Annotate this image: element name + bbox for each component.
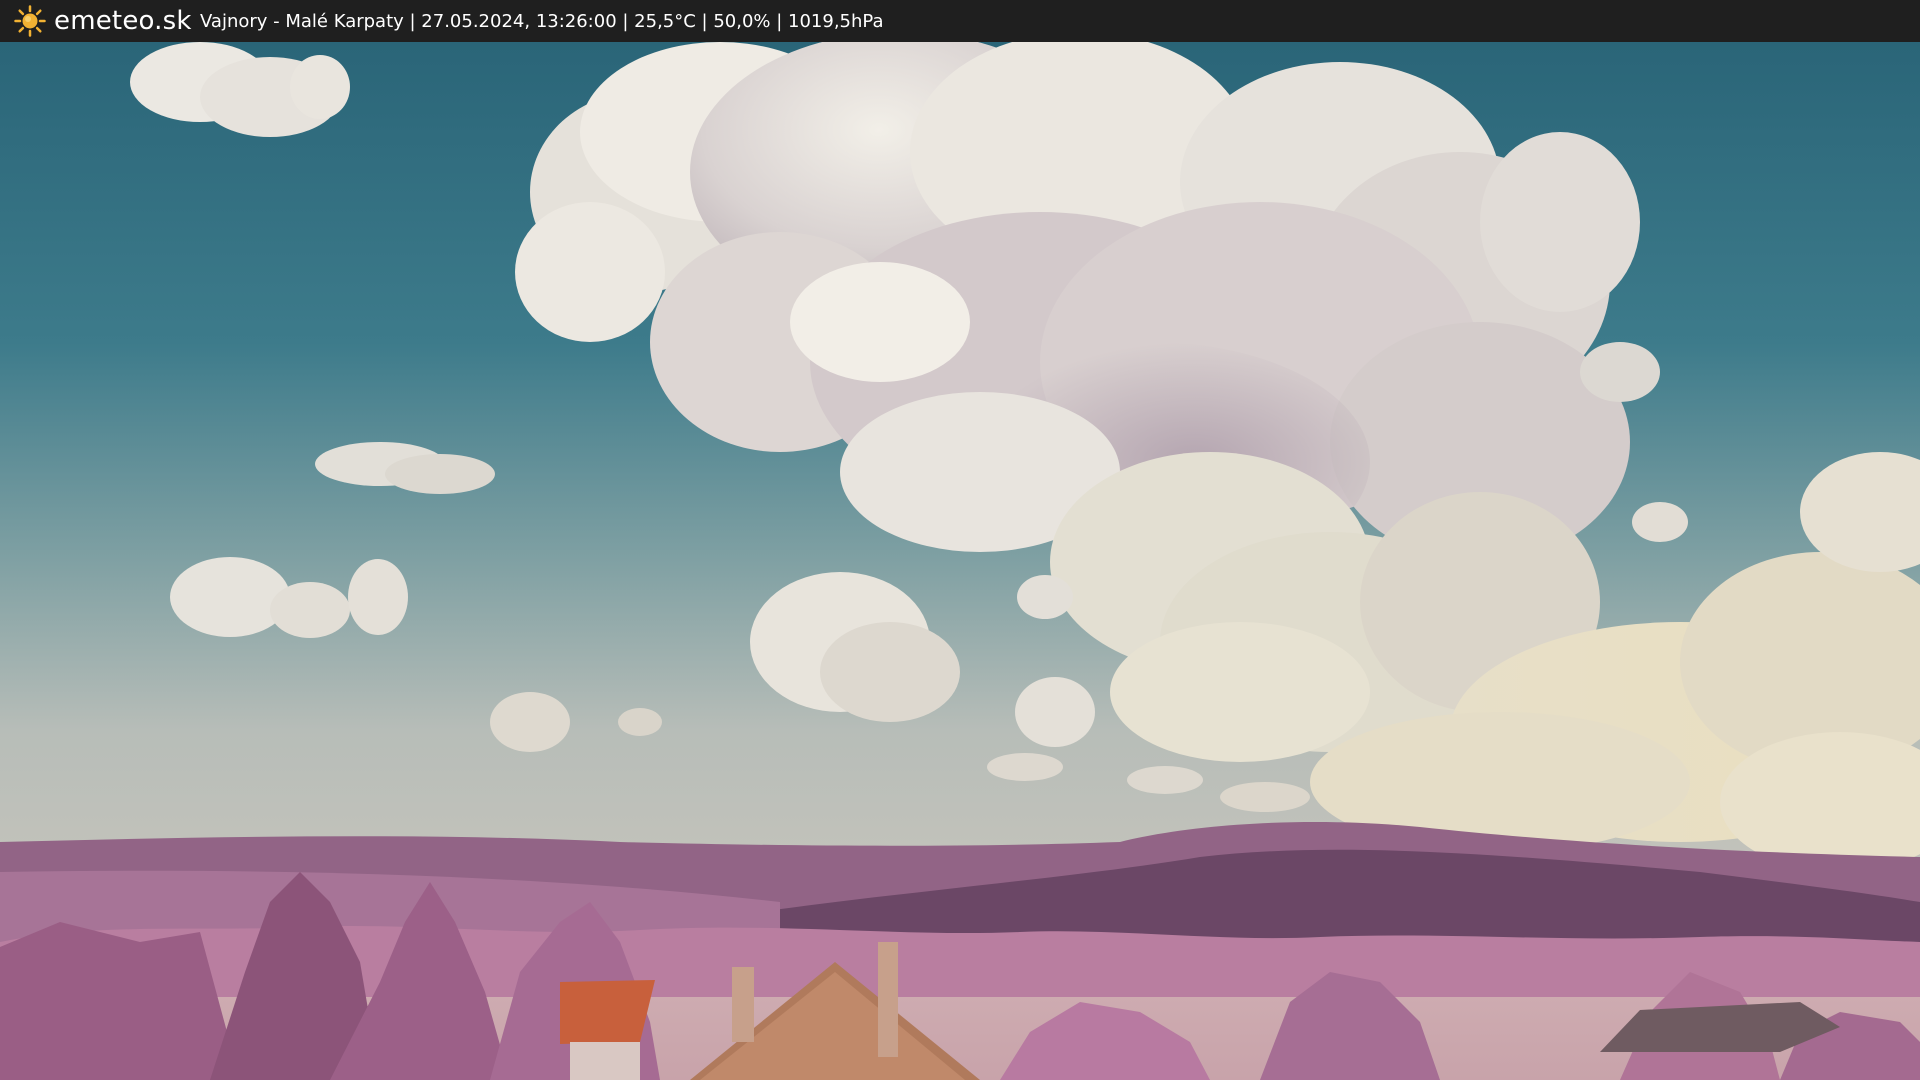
brand-name: emeteo.sk <box>54 6 192 36</box>
brand[interactable]: emeteo.sk <box>14 0 192 42</box>
webcam-image <box>0 42 1920 1080</box>
weather-info: Vajnory - Malé Karpaty | 27.05.2024, 13:… <box>200 10 884 32</box>
top-bar: emeteo.sk Vajnory - Malé Karpaty | 27.05… <box>0 0 1920 42</box>
sun-icon <box>14 5 46 37</box>
